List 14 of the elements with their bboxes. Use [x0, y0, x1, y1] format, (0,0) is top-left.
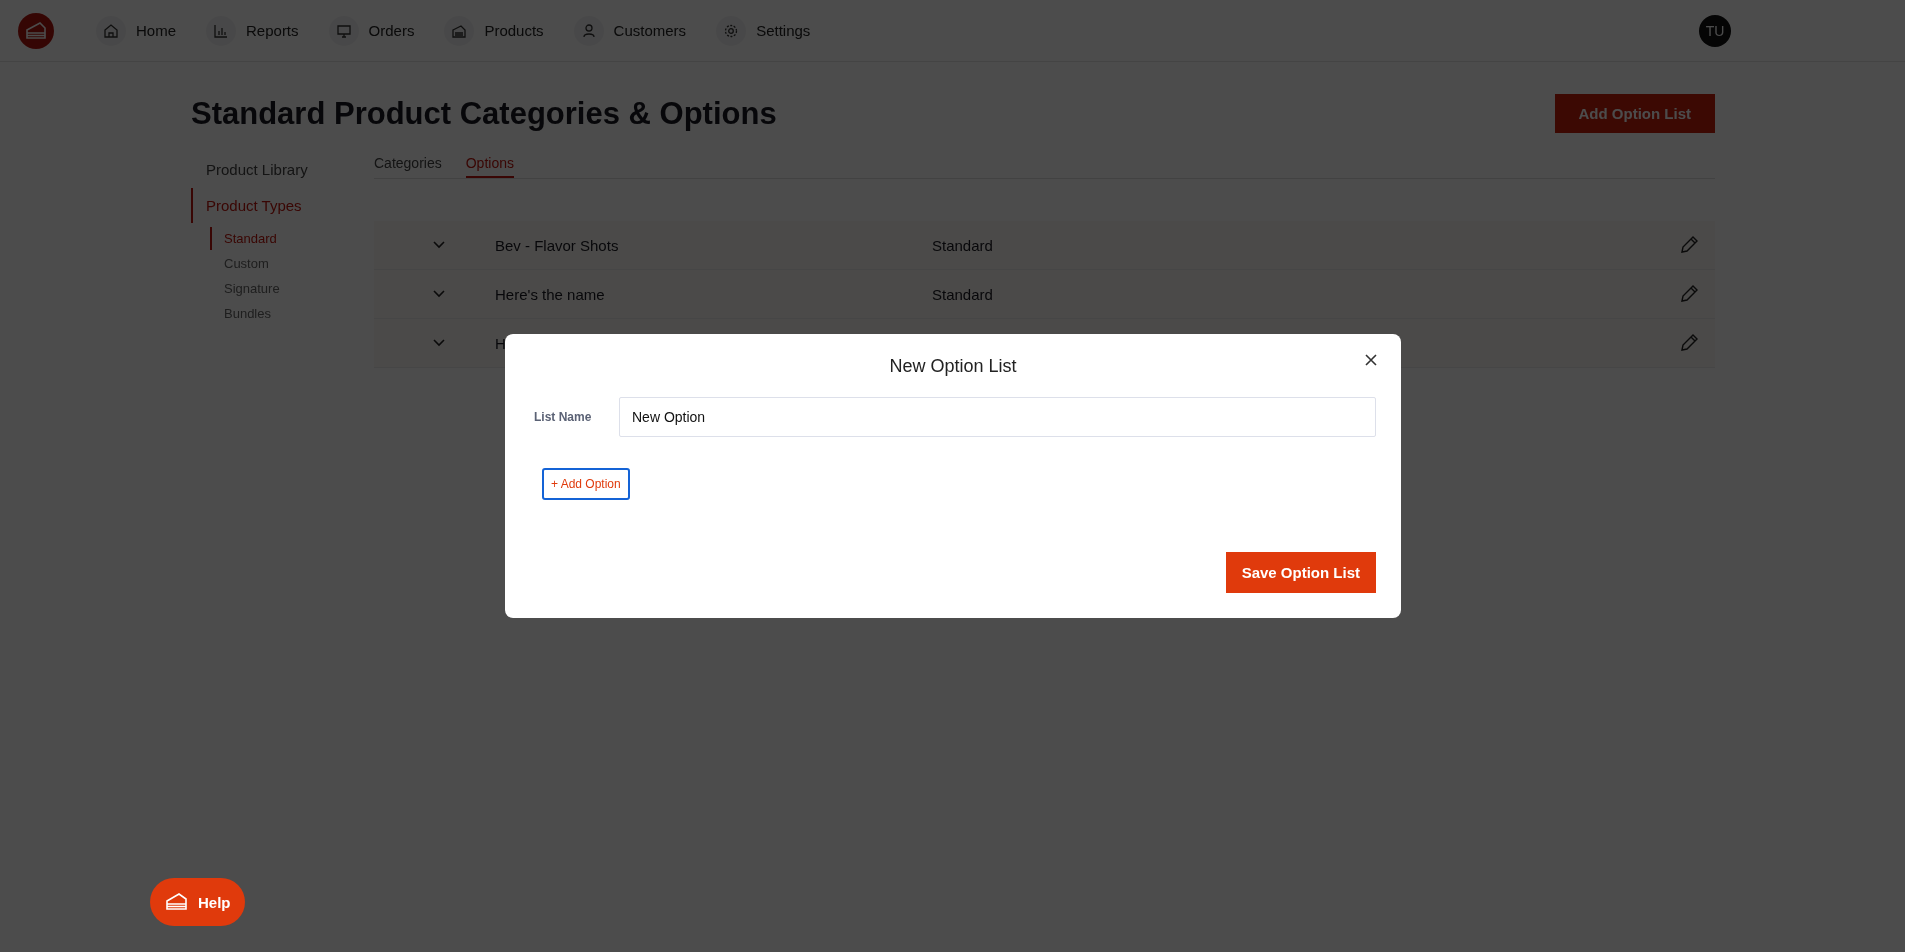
modal-title: New Option List — [889, 356, 1017, 377]
input-field[interactable]: New Option — [619, 397, 1376, 437]
cake-slice-icon — [166, 893, 188, 911]
table-cell-text: Standard — [932, 285, 994, 303]
table-cell-text: Standard — [932, 236, 994, 254]
table-cell-text: Bev - Flavor Shots — [495, 236, 620, 254]
add-option-button[interactable]: + Add Option — [542, 468, 630, 500]
table-cell-text: Here's the name — [495, 285, 606, 303]
page-title: Standard Product Categories & Options — [191, 95, 777, 132]
save-option-list-button[interactable]: Save Option List — [1225, 552, 1376, 593]
field-label: List Name — [534, 410, 593, 424]
help-button[interactable]: Help — [150, 878, 245, 926]
table-cell-text: H — [495, 334, 507, 352]
close-icon[interactable] — [1365, 354, 1377, 366]
